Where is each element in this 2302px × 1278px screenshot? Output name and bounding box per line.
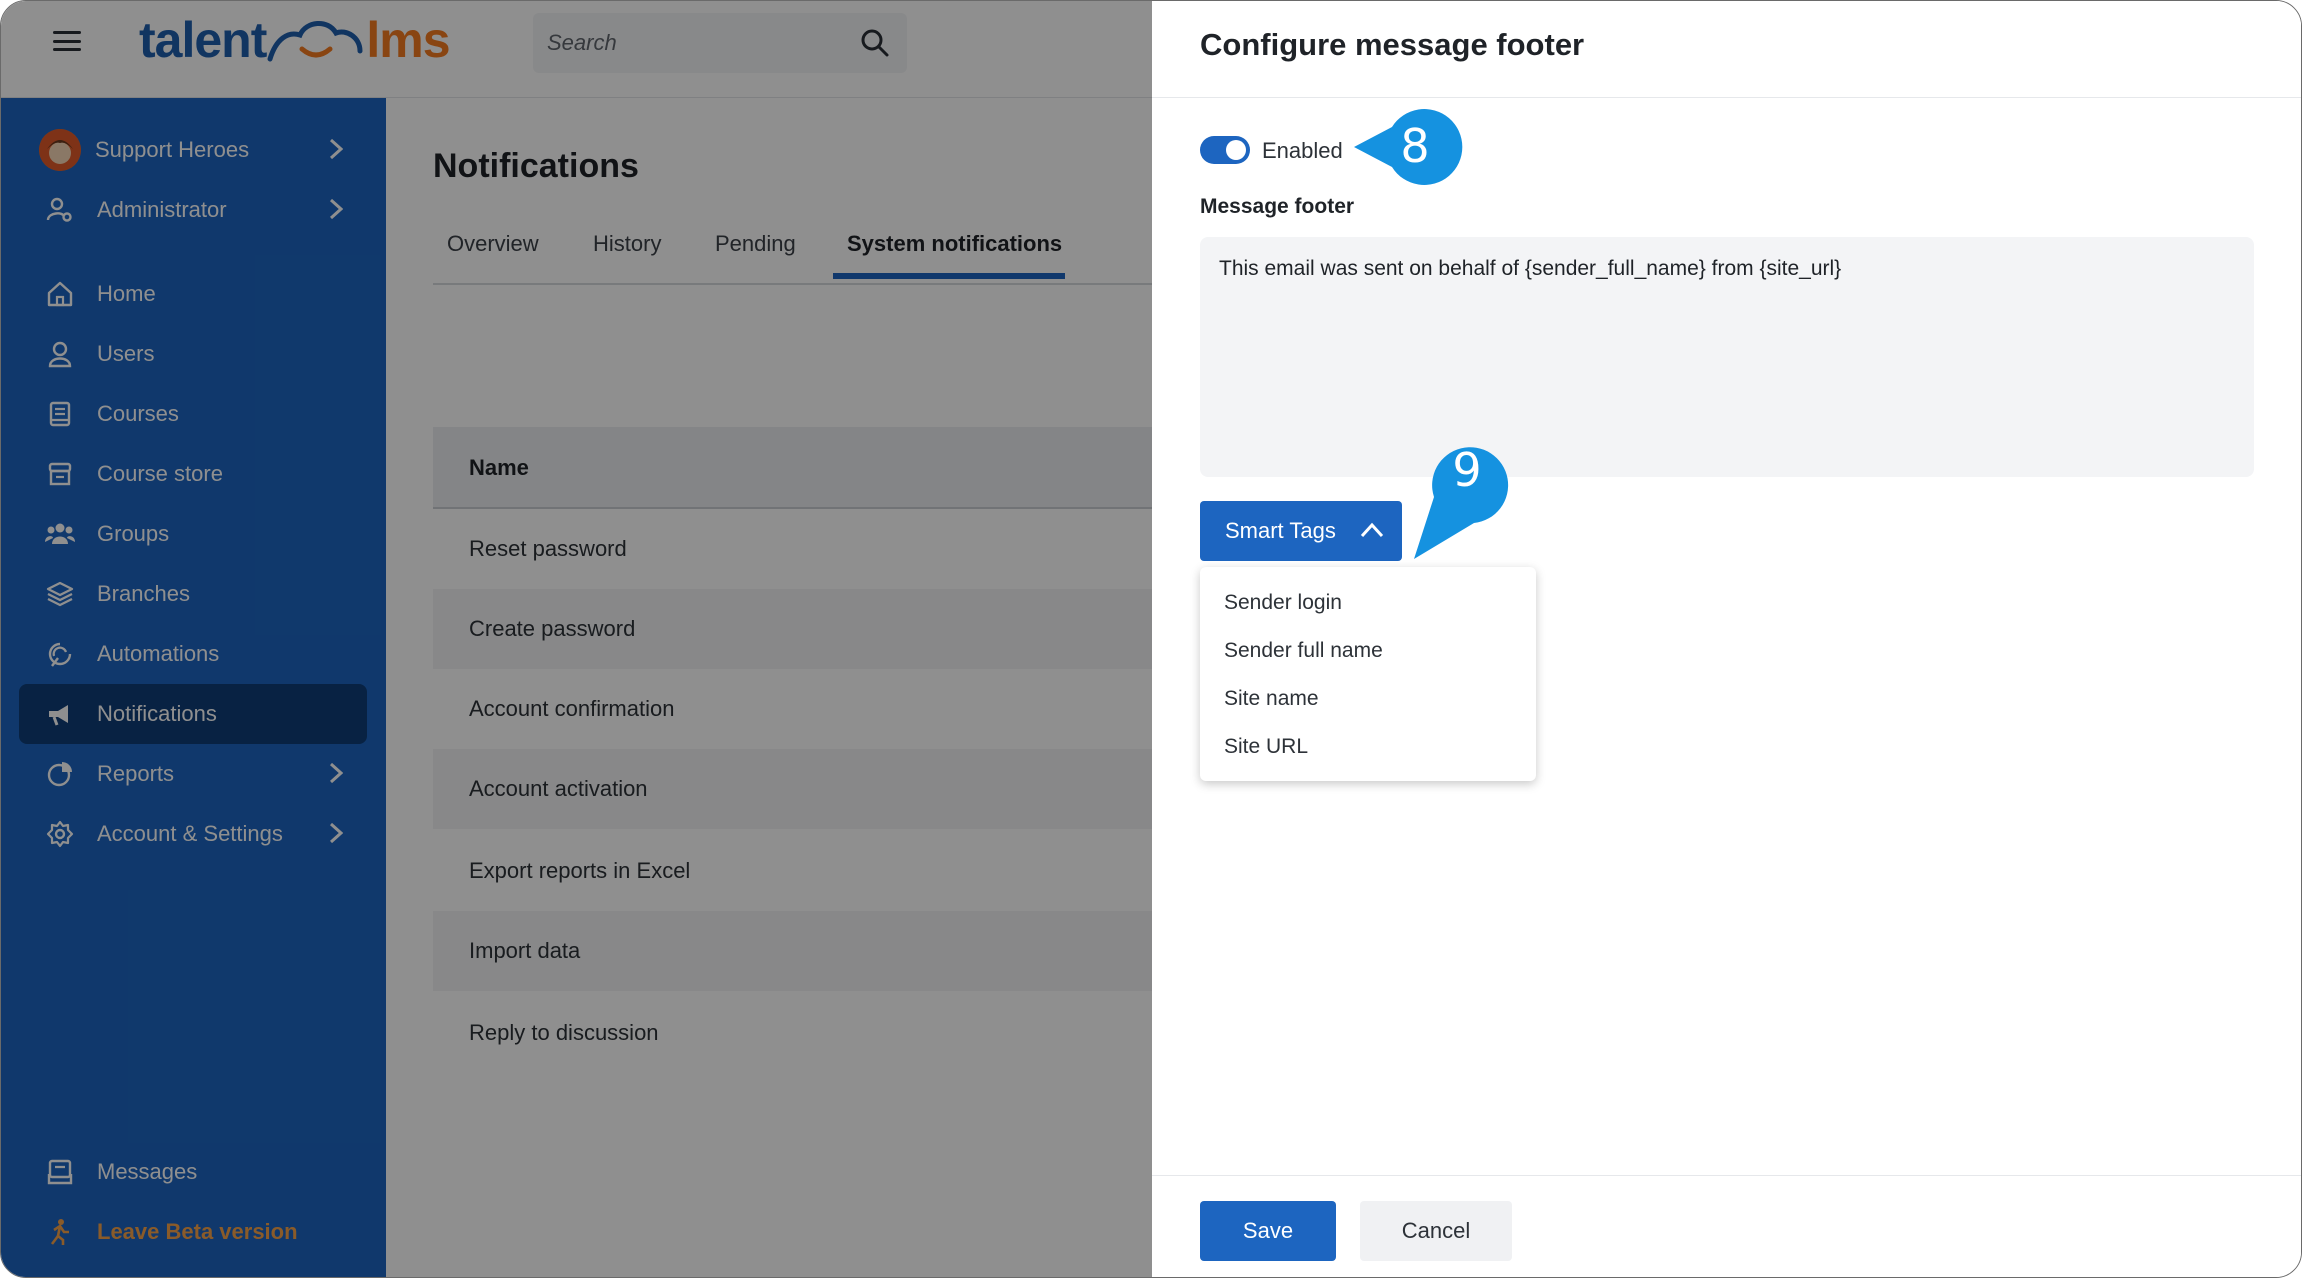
menu-item-label: Sender login (1224, 591, 1342, 614)
callout-number: 9 (1452, 443, 1482, 497)
cancel-button[interactable]: Cancel (1360, 1201, 1512, 1261)
callout-number: 8 (1400, 119, 1430, 173)
menu-item-sender-full-name[interactable]: Sender full name (1200, 627, 1536, 675)
menu-item-site-url[interactable]: Site URL (1200, 723, 1536, 771)
message-footer-value: This email was sent on behalf of {sender… (1219, 257, 1842, 280)
modal-backdrop[interactable] (1, 1, 1152, 1277)
enabled-label: Enabled (1262, 138, 1343, 163)
divider (1152, 97, 2301, 98)
menu-item-label: Site URL (1224, 735, 1309, 758)
message-footer-textarea[interactable]: This email was sent on behalf of {sender… (1200, 237, 2254, 477)
app-window: talent lms Search Support Heroes Adminis… (0, 0, 2302, 1278)
enabled-toggle[interactable] (1200, 136, 1250, 164)
smart-tags-menu: Sender login Sender full name Site name … (1200, 567, 1536, 781)
drawer-title: Configure message footer (1200, 27, 1585, 62)
menu-item-sender-login[interactable]: Sender login (1200, 579, 1536, 627)
toggle-knob (1226, 140, 1246, 160)
save-button[interactable]: Save (1200, 1201, 1336, 1261)
message-footer-label: Message footer (1200, 195, 1355, 218)
menu-item-site-name[interactable]: Site name (1200, 675, 1536, 723)
chevron-up-icon (1360, 522, 1384, 538)
step-callout-8: 8 (1352, 107, 1472, 187)
smart-tags-label: Smart Tags (1225, 518, 1336, 543)
menu-item-label: Sender full name (1224, 639, 1383, 662)
smart-tags-button[interactable]: Smart Tags (1200, 501, 1402, 561)
divider (1152, 1175, 2301, 1176)
configure-footer-drawer: Configure message footer Enabled Message… (1152, 1, 2301, 1277)
step-callout-9: 9 (1412, 431, 1512, 561)
menu-item-label: Site name (1224, 687, 1319, 710)
